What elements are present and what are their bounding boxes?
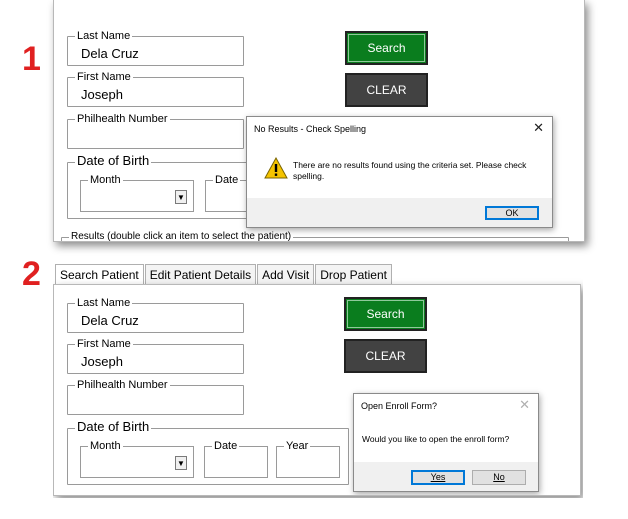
year-label: Year: [284, 439, 311, 453]
date-of-birth-group: Date of Birth Month ▼ Date Year: [67, 420, 349, 485]
last-name-field[interactable]: Last Name Dela Cruz: [67, 296, 244, 333]
first-name-field[interactable]: First Name Joseph: [67, 70, 244, 107]
ok-button[interactable]: OK: [485, 206, 539, 220]
clear-button[interactable]: CLEAR: [345, 73, 428, 107]
dialog-footer: Yes No: [354, 462, 538, 491]
ok-button-label: OK: [505, 208, 519, 218]
tab-search-patient[interactable]: Search Patient: [55, 264, 144, 285]
close-icon[interactable]: ✕: [533, 120, 544, 136]
results-label: Results (double click an item to select …: [69, 230, 294, 242]
tab-bar: Search Patient Edit Patient Details Add …: [55, 264, 393, 285]
first-name-label: First Name: [75, 337, 133, 351]
yes-button-label: Yes: [430, 472, 446, 482]
dialog-message: Would you like to open the enroll form?: [362, 434, 510, 444]
results-group: Results (double click an item to select …: [61, 230, 569, 241]
step-number-1: 1: [22, 40, 41, 78]
warning-icon: [264, 157, 288, 179]
last-name-value: Dela Cruz: [81, 46, 139, 61]
dialog-title: No Results - Check Spelling: [254, 124, 367, 134]
month-dropdown-button[interactable]: ▼: [175, 190, 187, 204]
dialog-footer: OK: [247, 198, 552, 227]
dialog-message: There are no results found using the cri…: [293, 160, 527, 181]
search-button-label: Search: [367, 41, 406, 55]
first-name-value: Joseph: [81, 87, 123, 102]
no-button[interactable]: No: [472, 470, 526, 485]
date-field[interactable]: Date: [204, 439, 268, 478]
first-name-value: Joseph: [81, 354, 123, 369]
search-button[interactable]: Search: [344, 297, 427, 331]
date-label: Date: [212, 439, 240, 453]
clear-button[interactable]: CLEAR: [344, 339, 427, 373]
month-dropdown-button[interactable]: ▼: [175, 456, 187, 470]
month-select[interactable]: Month ▼: [80, 173, 194, 212]
close-icon[interactable]: ✕: [519, 397, 530, 413]
patient-search-panel-2: Search Patient Edit Patient Details Add …: [53, 262, 583, 498]
last-name-label: Last Name: [75, 29, 133, 43]
search-button[interactable]: Search: [345, 31, 428, 65]
month-label: Month: [88, 173, 123, 187]
dialog-title: Open Enroll Form?: [361, 401, 438, 411]
open-enroll-form-dialog: Open Enroll Form? ✕ Would you like to op…: [353, 393, 539, 492]
tab-edit-patient-details[interactable]: Edit Patient Details: [144, 264, 257, 285]
philhealth-number-label: Philhealth Number: [75, 378, 170, 392]
step-number-2: 2: [22, 255, 41, 293]
first-name-label: First Name: [75, 70, 133, 84]
no-results-dialog: No Results - Check Spelling ✕ There are …: [246, 116, 553, 228]
last-name-field[interactable]: Last Name Dela Cruz: [67, 29, 244, 66]
philhealth-number-field[interactable]: Philhealth Number: [67, 112, 244, 149]
clear-button-label: CLEAR: [365, 349, 406, 363]
year-field[interactable]: Year: [276, 439, 340, 478]
search-patient-tab-content: Last Name Dela Cruz First Name Joseph Ph…: [53, 284, 581, 496]
patient-search-panel-1: Last Name Dela Cruz First Name Joseph Ph…: [53, 0, 585, 242]
philhealth-number-label: Philhealth Number: [75, 112, 170, 126]
tab-add-visit[interactable]: Add Visit: [257, 264, 315, 285]
tab-drop-patient[interactable]: Drop Patient: [315, 264, 392, 285]
month-select[interactable]: Month ▼: [80, 439, 194, 478]
date-of-birth-label: Date of Birth: [75, 419, 152, 434]
last-name-label: Last Name: [75, 296, 133, 310]
no-button-label: No: [493, 472, 505, 482]
date-label: Date: [213, 173, 241, 187]
first-name-field[interactable]: First Name Joseph: [67, 337, 244, 374]
clear-button-label: CLEAR: [366, 83, 407, 97]
date-of-birth-label: Date of Birth: [75, 153, 152, 168]
month-label: Month: [88, 439, 123, 453]
yes-button[interactable]: Yes: [411, 470, 465, 485]
last-name-value: Dela Cruz: [81, 313, 139, 328]
search-button-label: Search: [366, 307, 405, 321]
philhealth-number-field[interactable]: Philhealth Number: [67, 378, 244, 415]
